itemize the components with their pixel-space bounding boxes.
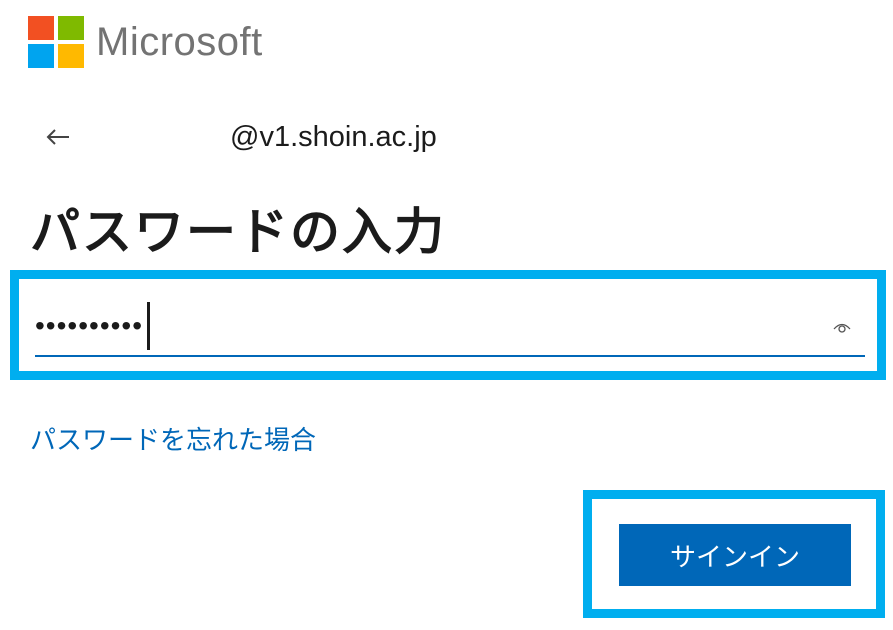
back-button[interactable] xyxy=(40,119,76,155)
logo-yellow-square xyxy=(58,44,84,68)
account-identity: @v1.shoin.ac.jp xyxy=(230,120,437,153)
microsoft-header: Microsoft xyxy=(28,16,263,68)
forgot-password-link[interactable]: パスワードを忘れた場合 xyxy=(30,420,316,457)
password-highlight-frame: •••••••••• xyxy=(10,270,886,380)
logo-blue-square xyxy=(28,44,54,68)
page-title: パスワードの入力 xyxy=(30,204,446,260)
text-caret xyxy=(147,302,151,350)
password-input[interactable]: •••••••••• xyxy=(35,297,865,357)
signin-button[interactable]: サインイン xyxy=(619,524,851,586)
identity-row: @v1.shoin.ac.jp xyxy=(40,112,437,162)
password-value: •••••••••• xyxy=(35,310,144,341)
arrow-left-icon xyxy=(46,129,69,145)
microsoft-logo-icon xyxy=(28,16,84,68)
signin-highlight-frame: サインイン xyxy=(583,490,885,618)
brand-name: Microsoft xyxy=(96,19,263,64)
logo-red-square xyxy=(28,16,54,40)
logo-green-square xyxy=(58,16,84,40)
eye-icon xyxy=(833,323,851,333)
reveal-password-button[interactable] xyxy=(829,317,855,339)
